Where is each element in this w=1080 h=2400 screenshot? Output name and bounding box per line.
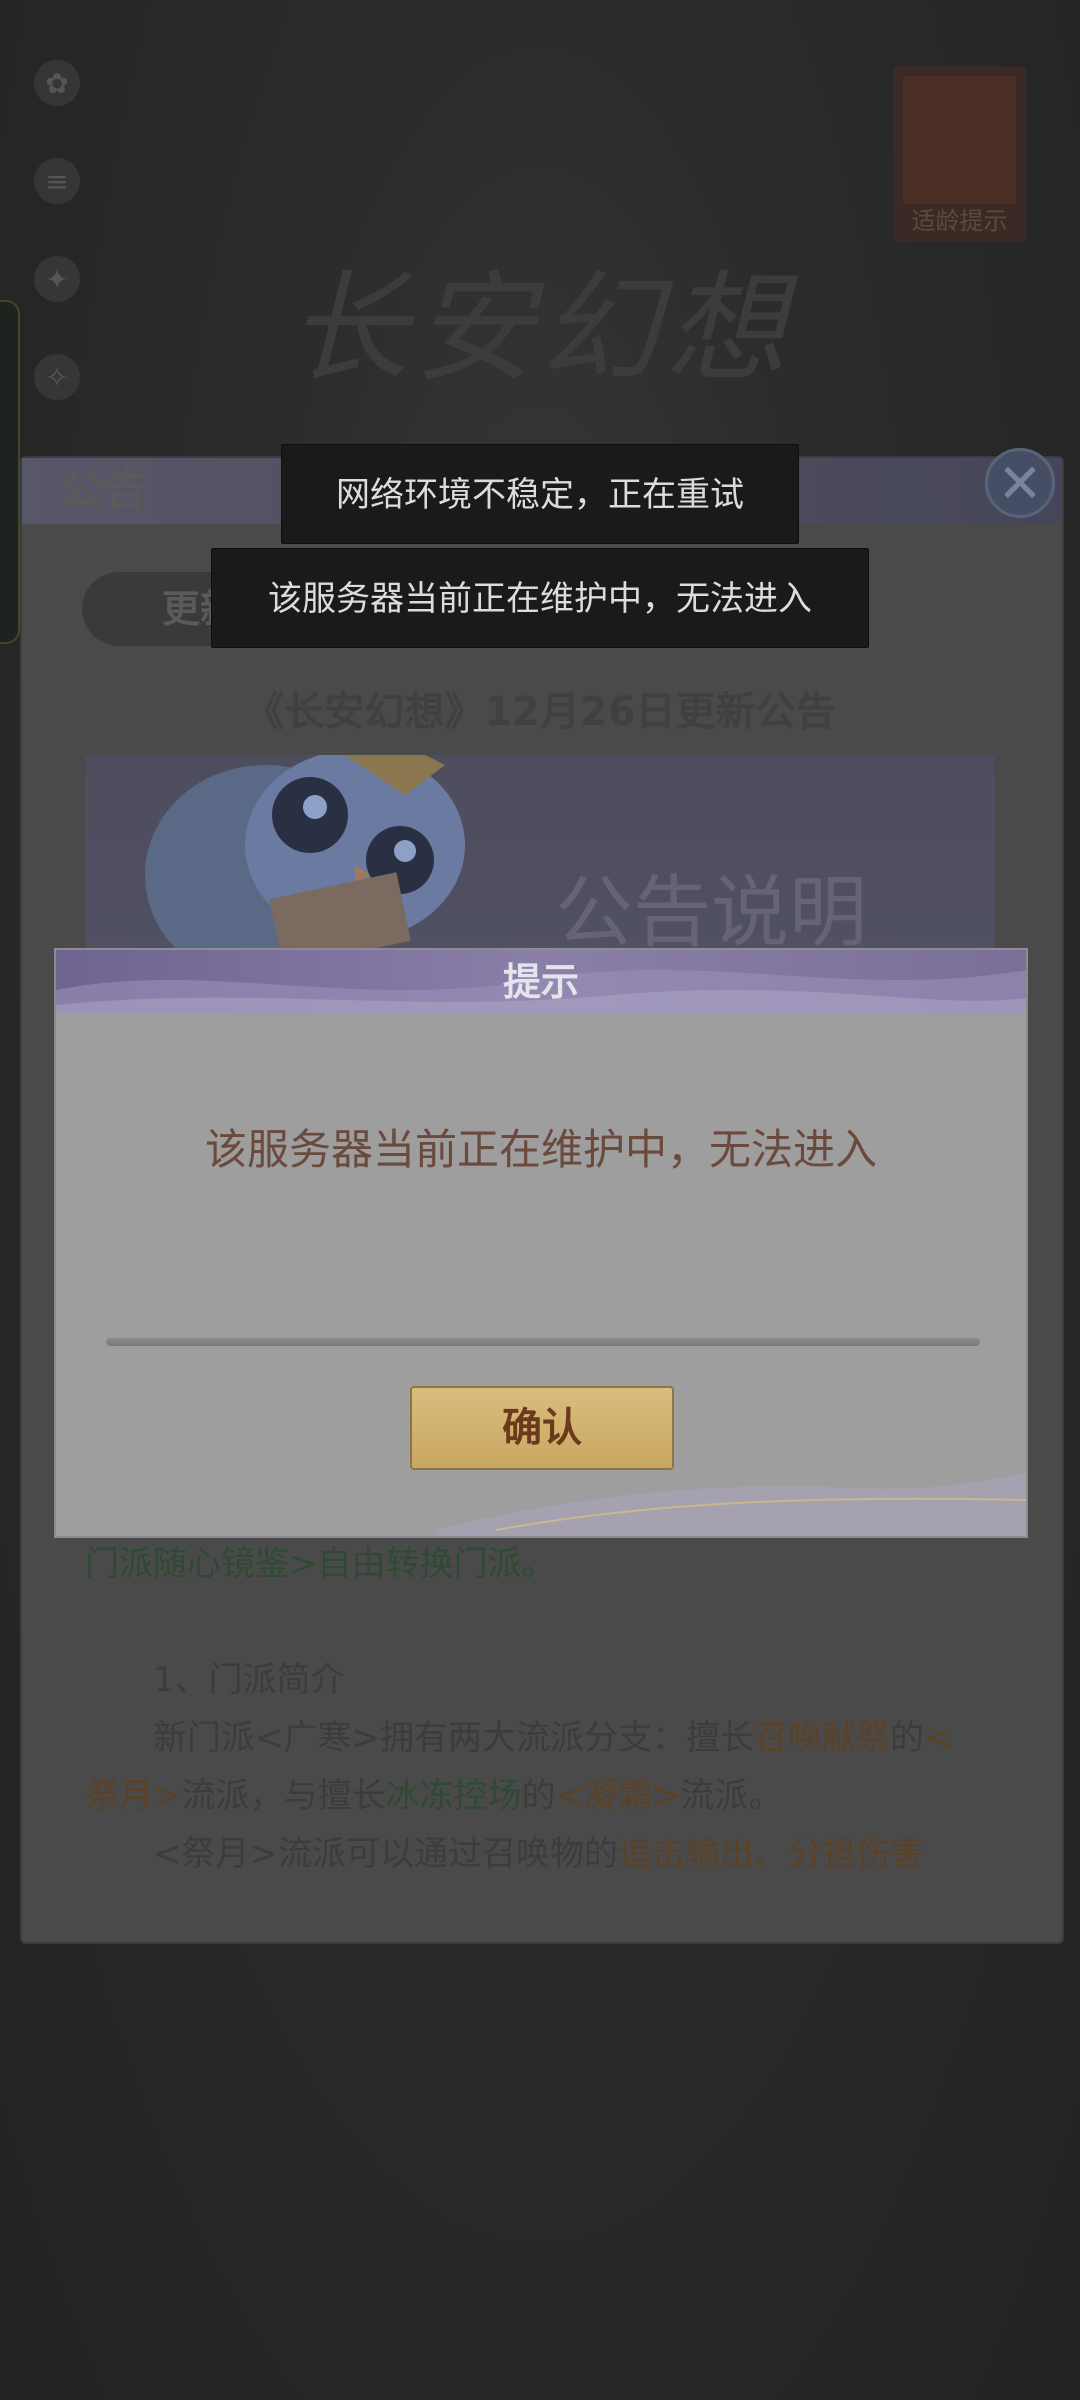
body-text: 门派随心镜鉴>自由转换门派。 [85, 1544, 556, 1584]
body-text: 的 [521, 1776, 556, 1816]
body-line: 新门派<广寒>拥有两大流派分支：擅长召唤献祭的< [85, 1709, 1005, 1767]
banner-title: 公告说明 [555, 868, 868, 955]
highlight-text: < [923, 1718, 953, 1758]
announcement-banner: 公告说明 [85, 755, 995, 955]
highlight-text: <凝霜> [555, 1776, 681, 1816]
body-text: 的 [889, 1718, 924, 1758]
top-left-toolbar: ✿ ≡ ✦ ✧ [30, 60, 90, 452]
highlight-text: 冰冻控场 [385, 1776, 522, 1816]
menu-icon[interactable]: ≡ [34, 158, 80, 204]
start-game-area [345, 2020, 745, 2090]
dialog-message: 该服务器当前正在维护中，无法进入 [204, 1125, 877, 1174]
footer-decoration [436, 1472, 1026, 1536]
dialog-title: 提示 [502, 960, 579, 1004]
body-line: <祭月>流派可以通过召唤物的追击输出、分担伤害 [85, 1825, 1005, 1883]
close-icon[interactable]: ✕ [985, 448, 1055, 518]
notice-icon[interactable]: ✧ [34, 354, 80, 400]
left-side-tab[interactable] [0, 300, 20, 644]
age-rating-badge[interactable]: 适龄提示 [893, 66, 1026, 242]
age-rating-icon [903, 76, 1016, 204]
announcement-subtitle: 《长安幻想》12月26日更新公告 [244, 689, 836, 735]
dialog-header: 提示 [56, 950, 1026, 1014]
logo-icon[interactable]: ✿ [34, 60, 80, 106]
alert-dialog: 提示 该服务器当前正在维护中，无法进入 确认 [54, 948, 1028, 1538]
body-text: 流派。 [680, 1776, 783, 1816]
body-line: 门派随心镜鉴>自由转换门派。 [85, 1535, 1005, 1593]
body-text: 新门派<广寒>拥有两大流派分支：擅长 [153, 1718, 754, 1758]
network-toast: 网络环境不稳定，正在重试 [281, 444, 799, 544]
highlight-text: 祭月> [85, 1776, 182, 1816]
maintenance-toast: 该服务器当前正在维护中，无法进入 [211, 548, 869, 648]
highlight-text: 召唤献祭 [753, 1718, 890, 1758]
age-rating-label: 适龄提示 [911, 207, 1008, 235]
body-text: 流派，与擅长 [181, 1776, 386, 1816]
section-heading: 1、门派简介 [153, 1660, 345, 1700]
dialog-divider [106, 1338, 980, 1346]
confirm-button[interactable]: 确认 [410, 1386, 674, 1470]
settings-icon[interactable]: ✦ [34, 256, 80, 302]
body-text: <祭月>流派可以通过召唤物的 [153, 1834, 618, 1874]
highlight-text: 追击输出、分担伤害 [617, 1834, 924, 1874]
game-logo: 长安幻想 [288, 260, 792, 399]
announcement-title: 公告 [60, 465, 148, 516]
announcement-body: 门派随心镜鉴>自由转换门派。 1、门派简介 新门派<广寒>拥有两大流派分支：擅长… [85, 1535, 1005, 1883]
footer-text [280, 2190, 840, 2230]
body-line: 祭月>流派，与擅长冰冻控场的<凝霜>流派。 [85, 1767, 1005, 1825]
mascot-image [145, 755, 465, 955]
